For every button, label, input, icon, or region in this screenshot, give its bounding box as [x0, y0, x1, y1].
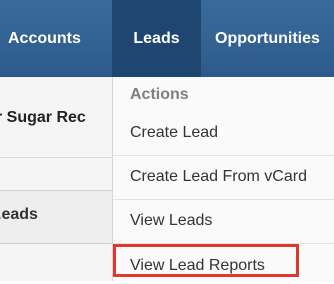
menu-header-actions: Actions: [130, 86, 189, 103]
nav-tab-leads[interactable]: Leads: [112, 0, 201, 77]
menu-item-label: Create Lead From vCard: [130, 168, 307, 185]
nav-tab-accounts[interactable]: Accounts: [8, 0, 81, 77]
menu-item-label: View Leads: [130, 212, 213, 229]
sugar-heading-row: r Sugar Rec: [0, 77, 112, 158]
sugar-heading-text: r Sugar Rec: [0, 109, 86, 126]
nav-tab-opportunities[interactable]: Opportunities: [215, 0, 320, 77]
menu-divider: [113, 155, 334, 156]
menu-item-view-leads[interactable]: View Leads: [113, 203, 334, 239]
leads-section-row[interactable]: .eads: [0, 190, 112, 244]
top-navigation-bar: Accounts Leads Opportunities: [0, 0, 334, 77]
menu-item-create-lead-from-vcard[interactable]: Create Lead From vCard: [113, 159, 334, 195]
leads-section-label: .eads: [0, 206, 38, 223]
background-page-panel: r Sugar Rec .eads: [0, 77, 113, 281]
menu-item-create-lead[interactable]: Create Lead: [113, 115, 334, 151]
menu-divider: [113, 199, 334, 200]
menu-item-label: Create Lead: [130, 124, 219, 141]
highlight-box: [113, 244, 299, 277]
